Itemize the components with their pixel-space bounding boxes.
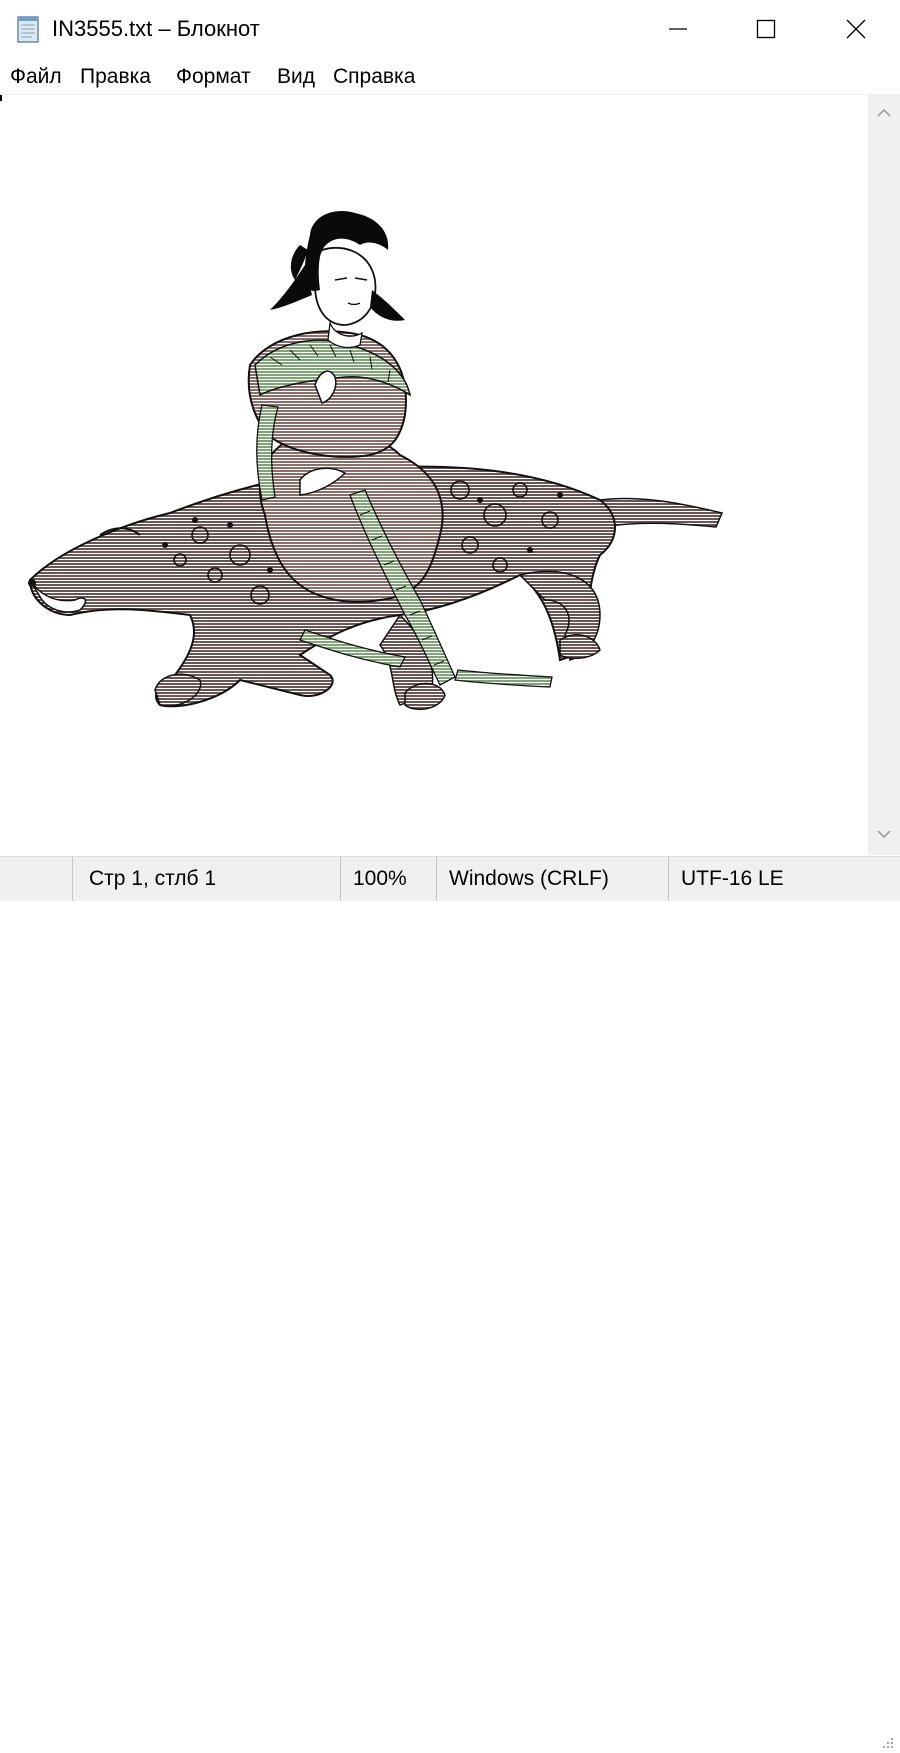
status-bar: Стр 1, стлб 1 100% Windows (CRLF) UTF-16… [0,856,900,1748]
status-zoom: 100% [340,857,436,901]
chevron-down-icon[interactable] [876,828,892,840]
window-title: IN3555.txt – Блокнот [52,16,260,41]
menu-view[interactable]: Вид [275,63,317,91]
menu-bar: Файл Правка Формат Вид Справка [0,60,900,95]
text-cursor [0,95,2,101]
status-cursor-position: Стр 1, стлб 1 [72,857,340,901]
minimize-button[interactable] [634,0,722,58]
title-bar[interactable]: IN3555.txt – Блокнот [0,0,900,58]
maximize-button[interactable] [722,0,810,58]
menu-edit[interactable]: Правка [78,63,153,91]
menu-help[interactable]: Справка [331,63,417,91]
menu-format[interactable]: Формат [174,63,253,91]
status-line-ending: Windows (CRLF) [436,857,668,901]
woman-riding-beast-illustration [28,211,724,711]
close-button[interactable] [812,0,900,58]
chevron-up-icon[interactable] [876,107,892,119]
minimize-icon [669,28,687,30]
menu-file[interactable]: Файл [8,63,64,91]
vertical-scrollbar[interactable] [868,95,900,855]
notepad-icon [17,16,39,43]
text-editor-area[interactable] [0,95,868,855]
maximize-icon [756,19,776,39]
status-encoding: UTF-16 LE [668,857,868,901]
resize-grip-icon[interactable] [878,1735,896,1753]
close-icon [846,19,866,39]
